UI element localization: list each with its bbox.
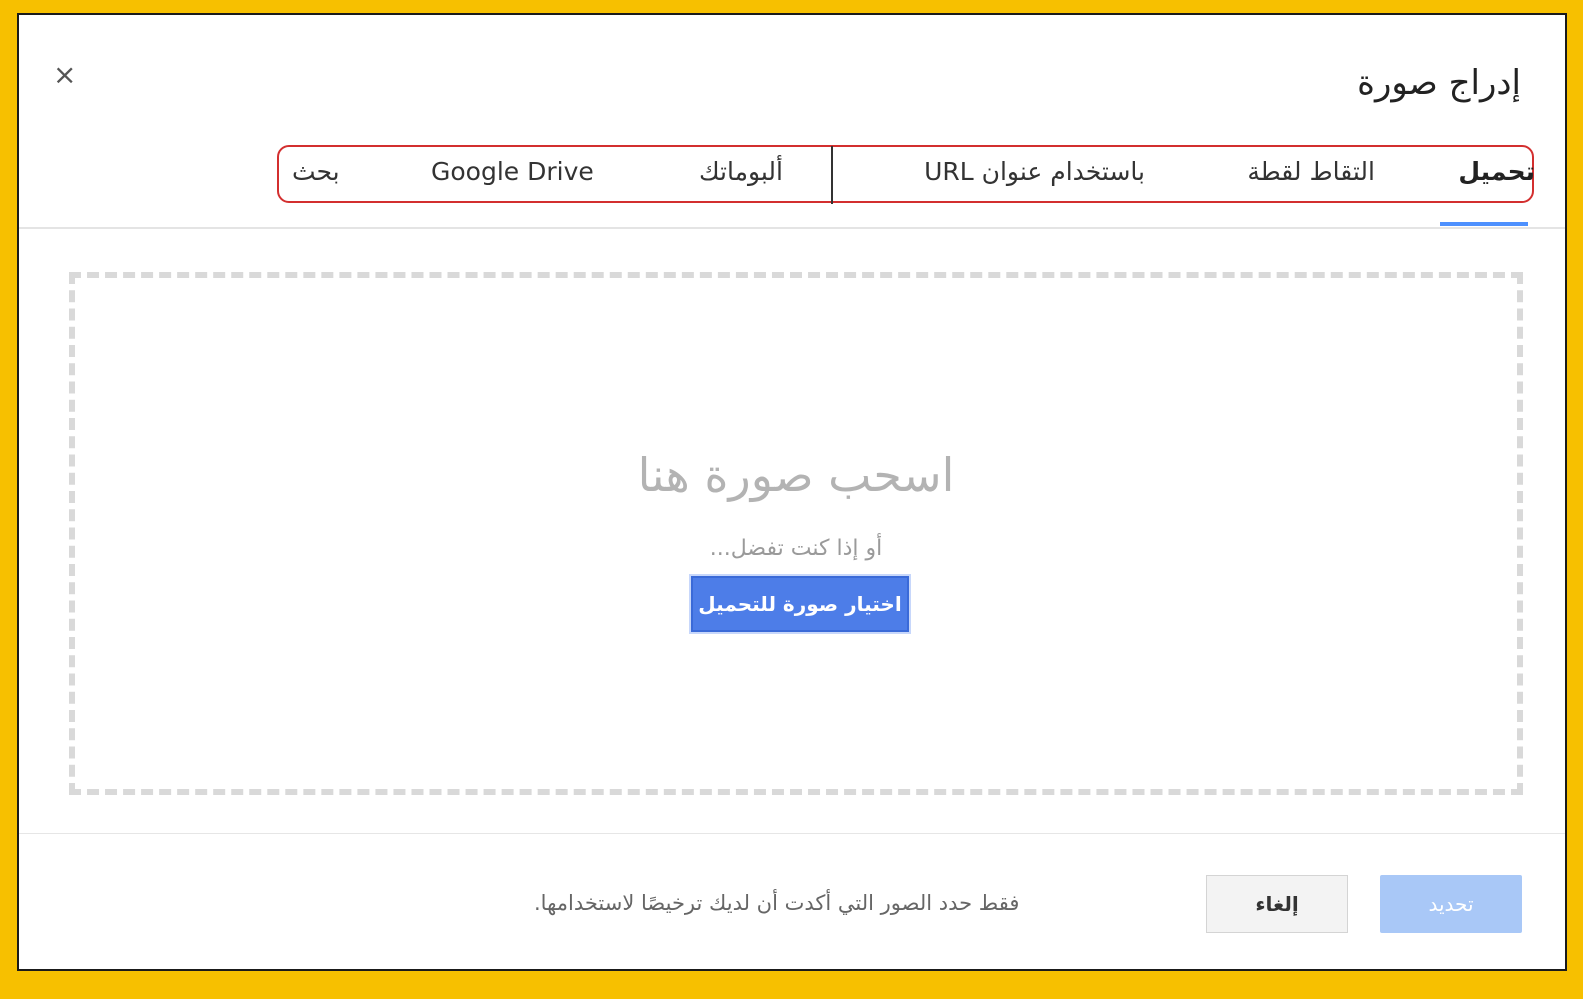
select-button[interactable]: تحديد xyxy=(1380,875,1522,933)
tab-google-drive[interactable]: Google Drive xyxy=(431,157,594,186)
tabs-divider xyxy=(19,227,1565,229)
tab-snapshot[interactable]: التقاط لقطة xyxy=(1247,157,1375,186)
or-prefer-text: أو إذا كنت تفضل... xyxy=(709,536,883,561)
dialog-title: إدراج صورة xyxy=(1357,63,1521,103)
cancel-button[interactable]: إلغاء xyxy=(1206,875,1348,933)
choose-image-button[interactable]: اختيار صورة للتحميل xyxy=(691,576,909,632)
tab-group-divider xyxy=(831,146,833,204)
tab-upload[interactable]: تحميل xyxy=(1458,157,1535,186)
drag-image-text: اسحب صورة هنا xyxy=(637,448,955,502)
tab-albums[interactable]: ألبوماتك xyxy=(699,157,783,186)
active-tab-indicator xyxy=(1440,222,1528,226)
tab-by-url[interactable]: باستخدام عنوان URL xyxy=(924,157,1145,186)
insert-image-dialog: × إدراج صورة تحميل التقاط لقطة باستخدام … xyxy=(17,13,1567,971)
drop-zone[interactable]: اسحب صورة هنا أو إذا كنت تفضل... اختيار … xyxy=(69,272,1523,795)
license-note: فقط حدد الصور التي أكدت أن لديك ترخيصًا … xyxy=(534,891,1020,915)
tab-search[interactable]: بحث xyxy=(292,157,340,186)
footer-divider xyxy=(19,833,1565,834)
close-icon[interactable]: × xyxy=(53,61,76,89)
